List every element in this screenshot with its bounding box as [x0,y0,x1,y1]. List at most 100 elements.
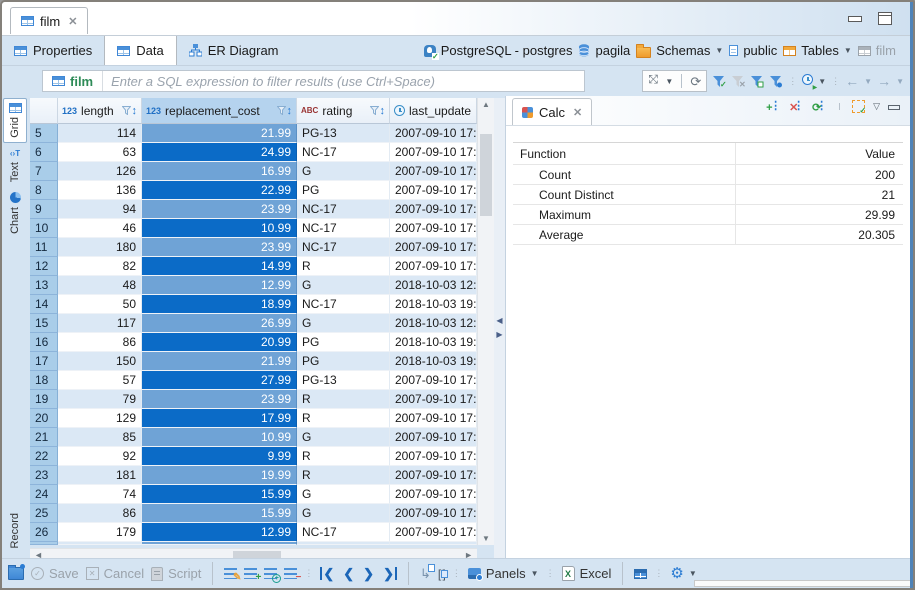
grid-cell[interactable]: 181 [58,466,142,485]
collapse-left-icon[interactable]: ◀ [496,317,502,325]
grid-cell[interactable]: 86 [58,333,142,352]
grid-cell[interactable]: 2018-10-03 19:32 [390,295,477,314]
row-number[interactable]: 6 [30,143,58,162]
vertical-scrollbar[interactable]: ▲ ▼ [477,98,494,545]
grid-row[interactable]: 104610.99NC-172007-09-10 17:46 [30,219,477,238]
grid-cell[interactable]: 82 [58,257,142,276]
grid-row[interactable]: 2318119.99R2007-09-10 17:46 [30,466,477,485]
chevron-down-icon[interactable]: ▼ [689,569,697,578]
row-number[interactable]: 25 [30,504,58,523]
grid-cell[interactable]: 15.99 [142,504,297,523]
grid-cell[interactable]: 50 [58,295,142,314]
grid-cell[interactable]: 180 [58,238,142,257]
grid-cell[interactable]: R [297,447,390,466]
minimize-icon[interactable] [848,16,862,22]
grid-cell[interactable]: 15.99 [142,485,297,504]
grid-cell[interactable]: 23.99 [142,200,297,219]
grid-cell[interactable]: 18.99 [142,295,297,314]
row-number[interactable]: 8 [30,181,58,200]
grid-cell[interactable]: NC-17 [297,200,390,219]
grid-cell[interactable]: 2007-09-10 17:46 [390,181,477,200]
calc-row[interactable]: Maximum29.99 [513,205,903,225]
calc-row[interactable]: Count Distinct21 [513,185,903,205]
grid-cell[interactable]: 2007-09-10 17:46 [390,143,477,162]
row-number[interactable]: 15 [30,314,58,333]
minimize-panel-icon[interactable] [888,105,900,110]
grid-cell[interactable]: 20.99 [142,333,297,352]
apply-filter-icon[interactable]: ✓ [712,75,726,88]
grid-cell[interactable]: 2007-09-10 17:46 [390,409,477,428]
row-number[interactable]: 22 [30,447,58,466]
grid-cell[interactable]: 2007-09-10 17:46 [390,371,477,390]
close-icon[interactable]: ✕ [68,15,77,28]
grid-cell[interactable]: G [297,314,390,333]
grid-cell[interactable]: 17.99 [142,409,297,428]
grid-cell[interactable]: 79 [58,390,142,409]
grid-cell[interactable]: 16.99 [142,162,297,181]
calc-panel-toggle-icon[interactable] [634,569,647,579]
sort-icon[interactable]: ↕ [132,105,138,117]
save-button[interactable]: ✓ Save [31,566,79,581]
chevron-down-icon[interactable]: ▼ [665,77,673,86]
grid-cell[interactable]: PG [297,333,390,352]
save-filter-icon[interactable] [750,75,764,88]
grid-row[interactable]: 197923.99R2007-09-10 17:46 [30,390,477,409]
grid-cell[interactable]: G [297,162,390,181]
chevron-down-icon[interactable]: ▼ [715,46,723,55]
remove-function-icon[interactable]: ✕⋮ [789,100,804,113]
grid-cell[interactable]: PG [297,352,390,371]
grid-cell[interactable]: 94 [58,200,142,219]
previous-row-icon[interactable]: ❮ [343,567,354,580]
forward-icon[interactable]: → [877,74,891,88]
close-icon[interactable]: ✕ [573,106,582,119]
grid-cell[interactable]: 10.99 [142,219,297,238]
grid-cell[interactable]: 2007-09-10 17:46 [390,504,477,523]
script-button[interactable]: Script [151,566,201,581]
grid-cell[interactable]: 23.99 [142,238,297,257]
view-menu-icon[interactable]: ▽ [873,101,880,112]
grid-cell[interactable]: R [297,466,390,485]
grid-cell[interactable]: 2018-10-03 19:32 [390,333,477,352]
fetch-next-page-icon[interactable]: ↳ [420,566,431,582]
grid-cell[interactable]: G [297,485,390,504]
sidebar-tab-record[interactable]: Record [4,509,26,552]
duplicate-row-icon[interactable] [264,568,277,579]
grid-cell[interactable]: 48 [58,276,142,295]
grid-cell[interactable]: PG-13 [297,124,390,143]
custom-filter-icon[interactable] [769,75,783,88]
chevron-down-icon[interactable]: ▼ [896,77,904,86]
filter-icon[interactable] [277,106,286,115]
scroll-up-icon[interactable]: ▲ [478,100,494,109]
calc-tab[interactable]: Calc ✕ [512,98,592,125]
grid-row[interactable]: 128214.99R2007-09-10 17:46 [30,257,477,276]
grid-cell[interactable]: 26.99 [142,314,297,333]
chevron-down-icon[interactable]: ▼ [818,77,826,86]
grid-cell[interactable]: NC-17 [297,143,390,162]
grid-cell[interactable]: PG [297,181,390,200]
grid-cell[interactable]: 2018-10-03 12:43 [390,276,477,295]
grid-row[interactable]: 2012917.99R2007-09-10 17:46 [30,409,477,428]
filter-icon[interactable] [370,106,379,115]
grid-cell[interactable]: 126 [58,162,142,181]
sidebar-tab-grid[interactable]: Grid [3,98,27,143]
row-number[interactable]: 19 [30,390,58,409]
settings-button[interactable]: ⚙ ▼ [670,566,696,581]
collapse-right-icon[interactable]: ▶ [496,331,502,339]
breadcrumb-schema[interactable]: public [729,43,777,58]
chevron-down-icon[interactable]: ▼ [844,46,852,55]
grid-cell[interactable]: G [297,428,390,447]
grid-cell[interactable]: 10.99 [142,428,297,447]
grid-cell[interactable]: 2007-09-10 17:46 [390,428,477,447]
row-number[interactable]: 7 [30,162,58,181]
grid-cell[interactable]: 86 [58,504,142,523]
sort-icon[interactable]: ↕ [380,105,386,117]
grid-row[interactable]: 66324.99NC-172007-09-10 17:46 [30,143,477,162]
grid-cell[interactable]: 19.99 [142,466,297,485]
grid-cell[interactable]: NC-17 [297,523,390,542]
excel-button[interactable]: X Excel [562,566,612,581]
panels-button[interactable]: Panels ▼ [468,566,539,581]
grid-cell[interactable]: 21.99 [142,124,297,143]
grid-row[interactable]: 134812.99G2018-10-03 12:43 [30,276,477,295]
breadcrumb-schemas[interactable]: Schemas ▼ [636,43,723,58]
grid-cell[interactable]: 2018-10-03 12:47 [390,314,477,333]
